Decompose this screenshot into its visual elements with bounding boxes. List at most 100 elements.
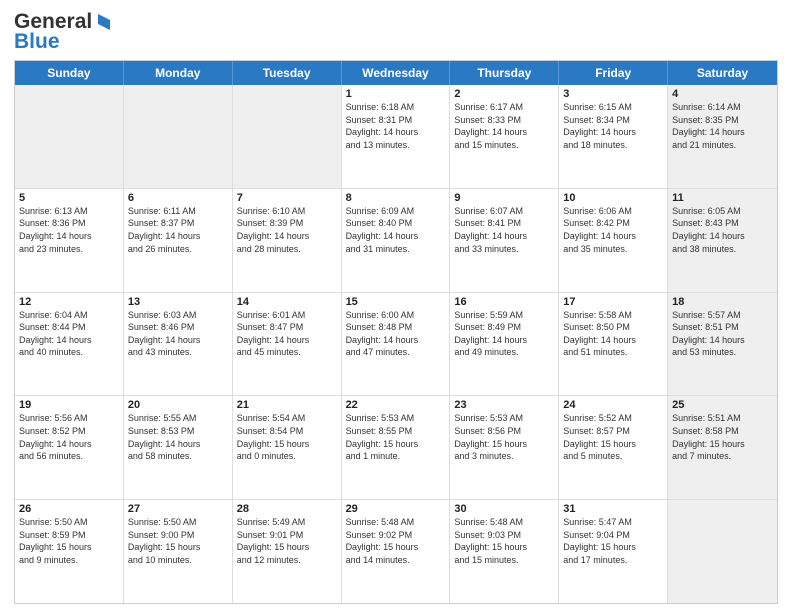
day-details: Sunrise: 6:06 AM Sunset: 8:42 PM Dayligh…: [563, 205, 663, 255]
day-details: Sunrise: 5:53 AM Sunset: 8:56 PM Dayligh…: [454, 412, 554, 462]
calendar-body: 1Sunrise: 6:18 AM Sunset: 8:31 PM Daylig…: [15, 85, 777, 603]
day-details: Sunrise: 5:56 AM Sunset: 8:52 PM Dayligh…: [19, 412, 119, 462]
day-number: 20: [128, 399, 228, 411]
header-cell-friday: Friday: [559, 61, 668, 85]
day-number: 22: [346, 399, 446, 411]
day-number: 17: [563, 296, 663, 308]
day-cell-25: 25Sunrise: 5:51 AM Sunset: 8:58 PM Dayli…: [668, 396, 777, 499]
day-cell-2: 2Sunrise: 6:17 AM Sunset: 8:33 PM Daylig…: [450, 85, 559, 188]
day-cell-14: 14Sunrise: 6:01 AM Sunset: 8:47 PM Dayli…: [233, 293, 342, 396]
day-number: 24: [563, 399, 663, 411]
day-cell-10: 10Sunrise: 6:06 AM Sunset: 8:42 PM Dayli…: [559, 189, 668, 292]
day-cell-18: 18Sunrise: 5:57 AM Sunset: 8:51 PM Dayli…: [668, 293, 777, 396]
day-details: Sunrise: 6:17 AM Sunset: 8:33 PM Dayligh…: [454, 101, 554, 151]
day-cell-5: 5Sunrise: 6:13 AM Sunset: 8:36 PM Daylig…: [15, 189, 124, 292]
day-cell-16: 16Sunrise: 5:59 AM Sunset: 8:49 PM Dayli…: [450, 293, 559, 396]
calendar-row-4: 19Sunrise: 5:56 AM Sunset: 8:52 PM Dayli…: [15, 396, 777, 500]
day-details: Sunrise: 5:54 AM Sunset: 8:54 PM Dayligh…: [237, 412, 337, 462]
day-details: Sunrise: 5:48 AM Sunset: 9:02 PM Dayligh…: [346, 516, 446, 566]
page: General Blue SundayMondayTuesdayWednesda…: [0, 0, 792, 612]
calendar: SundayMondayTuesdayWednesdayThursdayFrid…: [14, 60, 778, 604]
logo-icon: [94, 12, 114, 32]
day-details: Sunrise: 5:48 AM Sunset: 9:03 PM Dayligh…: [454, 516, 554, 566]
day-cell-22: 22Sunrise: 5:53 AM Sunset: 8:55 PM Dayli…: [342, 396, 451, 499]
logo: General Blue: [14, 10, 114, 54]
day-number: 23: [454, 399, 554, 411]
day-cell-6: 6Sunrise: 6:11 AM Sunset: 8:37 PM Daylig…: [124, 189, 233, 292]
day-cell-1: 1Sunrise: 6:18 AM Sunset: 8:31 PM Daylig…: [342, 85, 451, 188]
day-number: 12: [19, 296, 119, 308]
day-number: 29: [346, 503, 446, 515]
day-cell-31: 31Sunrise: 5:47 AM Sunset: 9:04 PM Dayli…: [559, 500, 668, 603]
empty-cell: [124, 85, 233, 188]
day-details: Sunrise: 6:18 AM Sunset: 8:31 PM Dayligh…: [346, 101, 446, 151]
header: General Blue: [14, 10, 778, 54]
day-details: Sunrise: 6:13 AM Sunset: 8:36 PM Dayligh…: [19, 205, 119, 255]
calendar-row-1: 1Sunrise: 6:18 AM Sunset: 8:31 PM Daylig…: [15, 85, 777, 189]
day-details: Sunrise: 5:50 AM Sunset: 8:59 PM Dayligh…: [19, 516, 119, 566]
day-cell-19: 19Sunrise: 5:56 AM Sunset: 8:52 PM Dayli…: [15, 396, 124, 499]
day-cell-8: 8Sunrise: 6:09 AM Sunset: 8:40 PM Daylig…: [342, 189, 451, 292]
day-number: 9: [454, 192, 554, 204]
day-cell-24: 24Sunrise: 5:52 AM Sunset: 8:57 PM Dayli…: [559, 396, 668, 499]
day-details: Sunrise: 5:51 AM Sunset: 8:58 PM Dayligh…: [672, 412, 773, 462]
day-cell-17: 17Sunrise: 5:58 AM Sunset: 8:50 PM Dayli…: [559, 293, 668, 396]
day-details: Sunrise: 6:15 AM Sunset: 8:34 PM Dayligh…: [563, 101, 663, 151]
empty-cell: [668, 500, 777, 603]
empty-cell: [15, 85, 124, 188]
day-number: 27: [128, 503, 228, 515]
header-cell-wednesday: Wednesday: [342, 61, 451, 85]
day-details: Sunrise: 6:03 AM Sunset: 8:46 PM Dayligh…: [128, 309, 228, 359]
day-cell-15: 15Sunrise: 6:00 AM Sunset: 8:48 PM Dayli…: [342, 293, 451, 396]
header-cell-sunday: Sunday: [15, 61, 124, 85]
day-details: Sunrise: 5:52 AM Sunset: 8:57 PM Dayligh…: [563, 412, 663, 462]
day-cell-12: 12Sunrise: 6:04 AM Sunset: 8:44 PM Dayli…: [15, 293, 124, 396]
day-number: 4: [672, 88, 773, 100]
day-cell-20: 20Sunrise: 5:55 AM Sunset: 8:53 PM Dayli…: [124, 396, 233, 499]
day-cell-30: 30Sunrise: 5:48 AM Sunset: 9:03 PM Dayli…: [450, 500, 559, 603]
calendar-row-2: 5Sunrise: 6:13 AM Sunset: 8:36 PM Daylig…: [15, 189, 777, 293]
day-number: 18: [672, 296, 773, 308]
empty-cell: [233, 85, 342, 188]
day-cell-13: 13Sunrise: 6:03 AM Sunset: 8:46 PM Dayli…: [124, 293, 233, 396]
day-details: Sunrise: 6:10 AM Sunset: 8:39 PM Dayligh…: [237, 205, 337, 255]
logo-blue: Blue: [14, 30, 60, 54]
day-number: 8: [346, 192, 446, 204]
header-cell-saturday: Saturday: [668, 61, 777, 85]
day-number: 26: [19, 503, 119, 515]
day-cell-11: 11Sunrise: 6:05 AM Sunset: 8:43 PM Dayli…: [668, 189, 777, 292]
day-details: Sunrise: 6:11 AM Sunset: 8:37 PM Dayligh…: [128, 205, 228, 255]
day-cell-7: 7Sunrise: 6:10 AM Sunset: 8:39 PM Daylig…: [233, 189, 342, 292]
day-cell-23: 23Sunrise: 5:53 AM Sunset: 8:56 PM Dayli…: [450, 396, 559, 499]
day-cell-28: 28Sunrise: 5:49 AM Sunset: 9:01 PM Dayli…: [233, 500, 342, 603]
day-number: 7: [237, 192, 337, 204]
calendar-header: SundayMondayTuesdayWednesdayThursdayFrid…: [15, 61, 777, 85]
day-cell-26: 26Sunrise: 5:50 AM Sunset: 8:59 PM Dayli…: [15, 500, 124, 603]
day-cell-4: 4Sunrise: 6:14 AM Sunset: 8:35 PM Daylig…: [668, 85, 777, 188]
day-details: Sunrise: 5:53 AM Sunset: 8:55 PM Dayligh…: [346, 412, 446, 462]
day-number: 14: [237, 296, 337, 308]
day-number: 10: [563, 192, 663, 204]
day-number: 25: [672, 399, 773, 411]
day-number: 13: [128, 296, 228, 308]
day-number: 19: [19, 399, 119, 411]
day-number: 30: [454, 503, 554, 515]
calendar-row-5: 26Sunrise: 5:50 AM Sunset: 8:59 PM Dayli…: [15, 500, 777, 603]
day-cell-27: 27Sunrise: 5:50 AM Sunset: 9:00 PM Dayli…: [124, 500, 233, 603]
day-cell-3: 3Sunrise: 6:15 AM Sunset: 8:34 PM Daylig…: [559, 85, 668, 188]
day-details: Sunrise: 6:05 AM Sunset: 8:43 PM Dayligh…: [672, 205, 773, 255]
day-number: 5: [19, 192, 119, 204]
day-details: Sunrise: 5:55 AM Sunset: 8:53 PM Dayligh…: [128, 412, 228, 462]
day-number: 2: [454, 88, 554, 100]
day-details: Sunrise: 5:58 AM Sunset: 8:50 PM Dayligh…: [563, 309, 663, 359]
day-details: Sunrise: 5:59 AM Sunset: 8:49 PM Dayligh…: [454, 309, 554, 359]
day-number: 1: [346, 88, 446, 100]
day-details: Sunrise: 6:00 AM Sunset: 8:48 PM Dayligh…: [346, 309, 446, 359]
day-details: Sunrise: 6:04 AM Sunset: 8:44 PM Dayligh…: [19, 309, 119, 359]
day-details: Sunrise: 6:14 AM Sunset: 8:35 PM Dayligh…: [672, 101, 773, 151]
header-cell-monday: Monday: [124, 61, 233, 85]
day-details: Sunrise: 5:47 AM Sunset: 9:04 PM Dayligh…: [563, 516, 663, 566]
day-details: Sunrise: 6:09 AM Sunset: 8:40 PM Dayligh…: [346, 205, 446, 255]
day-cell-29: 29Sunrise: 5:48 AM Sunset: 9:02 PM Dayli…: [342, 500, 451, 603]
day-number: 31: [563, 503, 663, 515]
